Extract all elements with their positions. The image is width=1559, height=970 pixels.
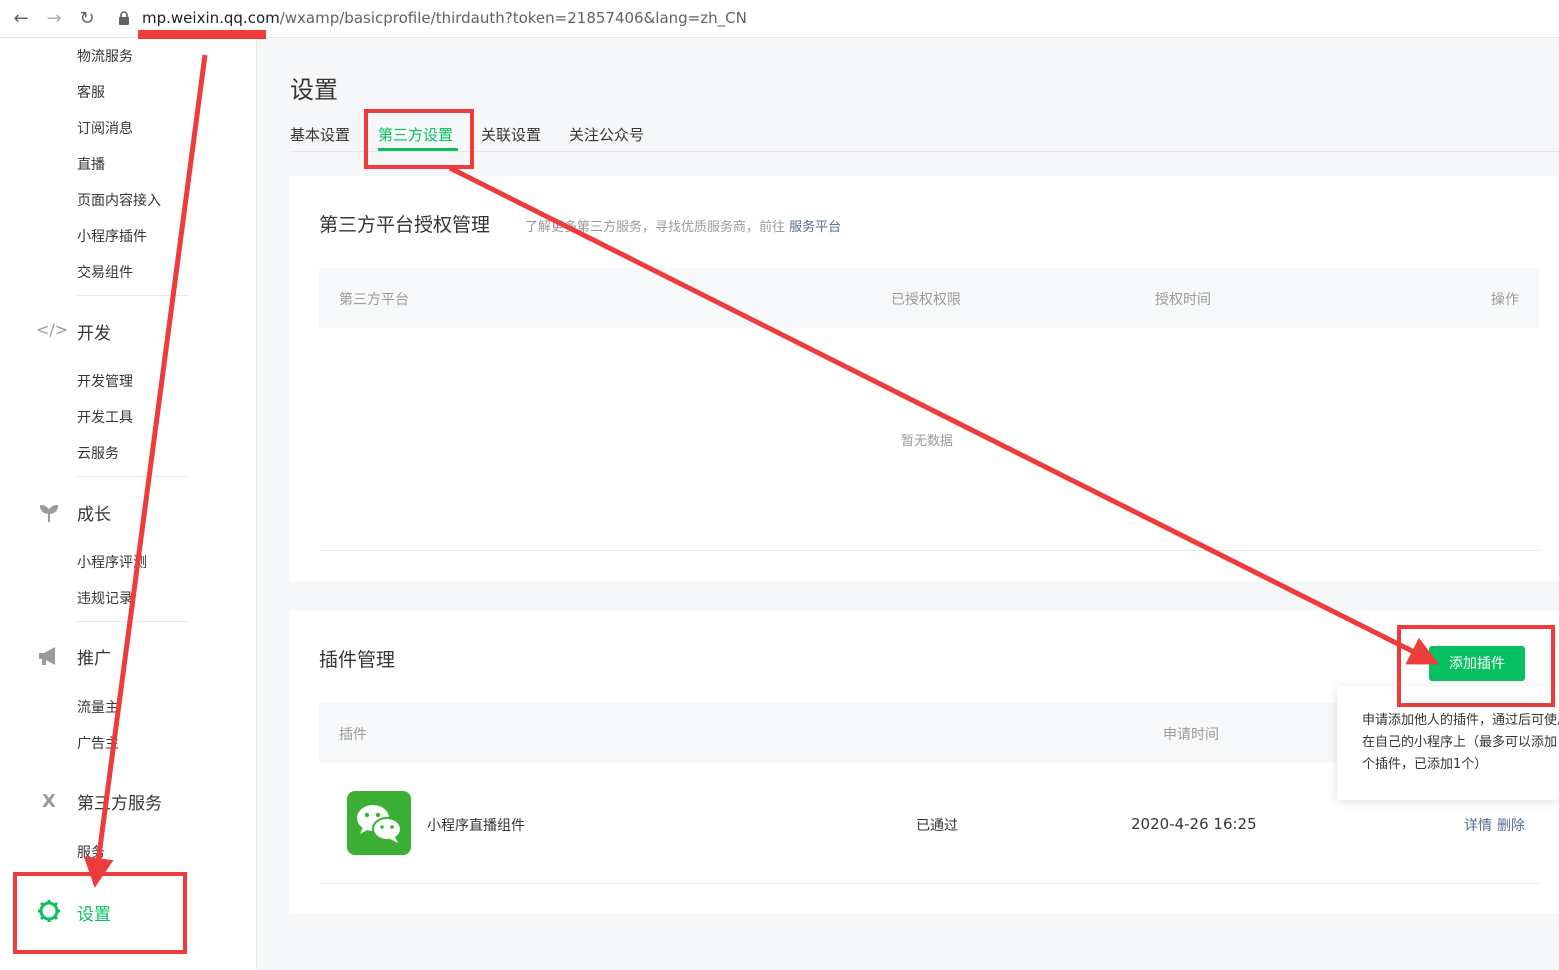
- th-apply-time: 申请时间: [1163, 727, 1219, 743]
- forward-arrow-icon[interactable]: →: [43, 8, 65, 30]
- page-title: 设置: [290, 76, 338, 104]
- empty-state: 暂无数据: [901, 434, 954, 449]
- plugin-name: 小程序直播组件: [427, 818, 525, 834]
- lock-icon: [119, 11, 129, 25]
- sidebar-divider: [77, 476, 187, 477]
- reload-icon[interactable]: ↻: [76, 8, 98, 30]
- url-text[interactable]: mp.weixin.qq.com/wxamp/basicprofile/thir…: [142, 9, 747, 27]
- add-plugin-button[interactable]: 添加插件: [1429, 646, 1525, 681]
- tab-related[interactable]: 关联设置: [481, 124, 541, 145]
- sidebar-item-subscribe-msg[interactable]: 订阅消息: [77, 118, 133, 138]
- settings-tabs: 基本设置 第三方设置 关联设置 关注公众号: [290, 124, 1559, 152]
- sidebar-item-evaluation[interactable]: 小程序评测: [77, 552, 147, 572]
- tooltip-line: 个插件，已添加1个）: [1362, 757, 1488, 772]
- browser-address-bar: ← → ↻ mp.weixin.qq.com/wxamp/basicprofil…: [0, 0, 1559, 38]
- service-platform-link[interactable]: 服务平台: [789, 220, 841, 235]
- th-auth-time: 授权时间: [1155, 292, 1211, 308]
- sidebar-item-cloud[interactable]: 云服务: [77, 443, 119, 463]
- table-bottom-border: [319, 550, 1539, 551]
- sidebar-item-page-content[interactable]: 页面内容接入: [77, 190, 161, 210]
- sidebar-section-growth[interactable]: 成长: [77, 500, 111, 525]
- add-plugin-tooltip: 申请添加他人的插件，通过后可使用 在自己的小程序上（最多可以添加 个插件，已添加…: [1337, 686, 1559, 800]
- sidebar-section-dev[interactable]: 开发: [77, 319, 111, 344]
- tab-follow-account[interactable]: 关注公众号: [569, 124, 644, 145]
- url-host: mp.weixin.qq.com: [142, 9, 280, 27]
- wechat-icon: [347, 791, 411, 855]
- sprout-icon: [39, 504, 59, 522]
- auth-card: 第三方平台授权管理 了解更多第三方服务，寻找优质服务商，前往 服务平台 第三方平…: [289, 176, 1559, 581]
- auth-tip: 了解更多第三方服务，寻找优质服务商，前往 服务平台: [525, 216, 841, 235]
- plugin-title: 插件管理: [319, 649, 396, 671]
- plugin-apply-time: 2020-4-26 16:25: [1131, 815, 1257, 833]
- auth-table-header: 第三方平台 已授权权限 授权时间 操作: [319, 268, 1539, 328]
- sidebar-item-traffic-owner[interactable]: 流量主: [77, 697, 119, 717]
- sidebar-section-third[interactable]: 第三方服务: [77, 789, 162, 814]
- sidebar-item-service[interactable]: 服务: [77, 842, 105, 862]
- sidebar-item-dev-manage[interactable]: 开发管理: [77, 371, 133, 391]
- sidebar-section-promo[interactable]: 推广: [77, 644, 111, 669]
- gear-icon: [38, 900, 60, 922]
- tab-basic[interactable]: 基本设置: [290, 124, 350, 145]
- th-actions: 操作: [1491, 292, 1519, 308]
- sidebar-item-mini-plugin[interactable]: 小程序插件: [77, 226, 147, 246]
- sidebar: 物流服务 客服 订阅消息 直播 页面内容接入 小程序插件 交易组件 </> 开发…: [0, 38, 257, 970]
- plugin-actions: 详情 删除: [1459, 815, 1525, 835]
- th-plugin: 插件: [339, 727, 367, 743]
- auth-title: 第三方平台授权管理: [319, 214, 491, 236]
- plugin-delete-link[interactable]: 删除: [1497, 818, 1525, 834]
- tab-third-party[interactable]: 第三方设置: [378, 124, 453, 145]
- plugin-row-border: [319, 883, 1539, 884]
- sidebar-item-violations[interactable]: 违规记录: [77, 588, 133, 608]
- th-permissions: 已授权权限: [891, 292, 961, 308]
- sidebar-item-settings[interactable]: 设置: [77, 900, 111, 925]
- auth-tip-text: 了解更多第三方服务，寻找优质服务商，前往: [525, 220, 786, 235]
- sidebar-item-trade-component[interactable]: 交易组件: [77, 262, 133, 282]
- th-platform: 第三方平台: [339, 292, 409, 308]
- back-arrow-icon[interactable]: ←: [10, 8, 32, 30]
- main-content: 设置 基本设置 第三方设置 关联设置 关注公众号 第三方平台授权管理 了解更多第…: [257, 38, 1559, 970]
- sidebar-divider: [77, 621, 187, 622]
- tooltip-line: 在自己的小程序上（最多可以添加: [1362, 735, 1558, 750]
- third-party-icon: X: [42, 791, 56, 812]
- sidebar-item-customer-service[interactable]: 客服: [77, 82, 105, 102]
- sidebar-item-live[interactable]: 直播: [77, 154, 105, 174]
- sidebar-item-dev-tools[interactable]: 开发工具: [77, 407, 133, 427]
- plugin-status: 已通过: [916, 818, 958, 834]
- code-icon: </>: [36, 320, 69, 339]
- sidebar-item-advertiser[interactable]: 广告主: [77, 733, 119, 753]
- megaphone-icon: [39, 647, 55, 665]
- plugin-detail-link[interactable]: 详情: [1464, 818, 1492, 834]
- tooltip-line: 申请添加他人的插件，通过后可使用: [1362, 713, 1559, 728]
- active-tab-underline: [378, 148, 458, 151]
- sidebar-item-logistics[interactable]: 物流服务: [77, 46, 133, 66]
- sidebar-divider: [77, 295, 187, 296]
- url-path: /wxamp/basicprofile/thirdauth?token=2185…: [279, 9, 747, 27]
